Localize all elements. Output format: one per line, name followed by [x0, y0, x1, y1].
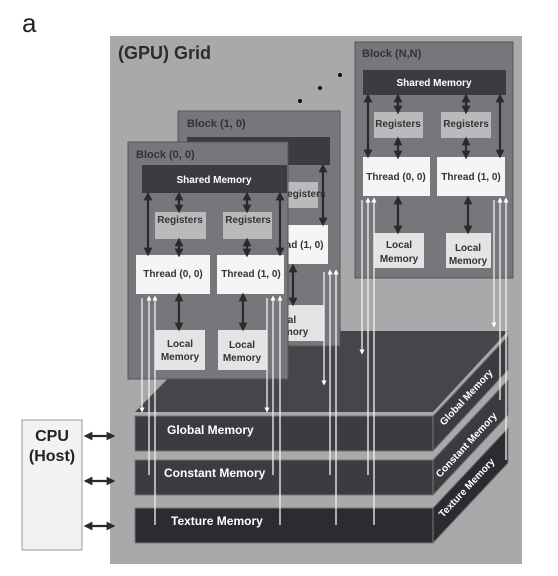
svg-text:Registers: Registers	[157, 215, 203, 226]
svg-text:Local: Local	[455, 243, 481, 254]
svg-text:Local: Local	[167, 339, 193, 350]
svg-text:Thread (0, 0): Thread (0, 0)	[143, 269, 202, 280]
svg-text:(Host): (Host)	[29, 448, 75, 465]
svg-text:Shared Memory: Shared Memory	[176, 175, 251, 186]
block-title: Block (N,N)	[362, 48, 422, 60]
block-title: Block (0, 0)	[136, 149, 195, 161]
cuda-memory-diagram: a (GPU) Grid Global Memory Constant Memo…	[21, 8, 522, 564]
svg-text:Local: Local	[229, 340, 255, 351]
svg-text:Local: Local	[386, 240, 412, 251]
local-memory	[155, 330, 205, 370]
svg-text:CPU: CPU	[35, 428, 69, 445]
svg-text:Memory: Memory	[449, 256, 488, 267]
svg-text:Thread (0, 0): Thread (0, 0)	[366, 172, 425, 183]
svg-text:Memory: Memory	[223, 353, 262, 364]
svg-text:Thread (1, 0): Thread (1, 0)	[221, 269, 280, 280]
svg-text:Registers: Registers	[375, 119, 421, 130]
svg-text:Thread (1, 0): Thread (1, 0)	[441, 172, 500, 183]
block-title: Block (1, 0)	[187, 118, 246, 130]
svg-text:Registers: Registers	[225, 215, 271, 226]
panel-label: a	[22, 8, 37, 38]
cpu-host: CPU (Host)	[21, 419, 83, 551]
svg-text:Registers: Registers	[443, 119, 489, 130]
block-n-n: Block (N,N) Shared Memory Registers Regi…	[354, 41, 514, 279]
host-memory-arrows	[83, 431, 116, 531]
texture-memory-label: Texture Memory	[171, 514, 263, 528]
global-memory-label: Global Memory	[167, 423, 254, 437]
svg-text:Memory: Memory	[380, 254, 419, 265]
block-0-0: Block (0, 0) Shared Memory Registers Reg…	[127, 141, 289, 380]
grid-title: (GPU) Grid	[118, 43, 211, 63]
svg-text:Shared Memory: Shared Memory	[396, 78, 471, 89]
svg-text:Memory: Memory	[161, 352, 200, 363]
constant-memory-label: Constant Memory	[164, 466, 266, 480]
